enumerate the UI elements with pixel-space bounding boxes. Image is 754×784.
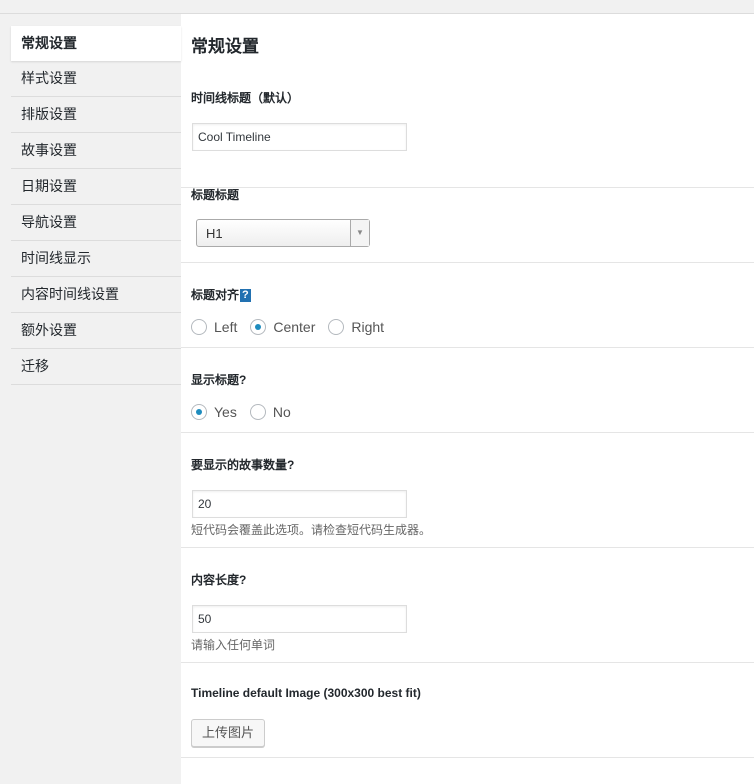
content-length-help: 请输入任何单词 xyxy=(191,638,276,652)
story-count-help: 短代码会覆盖此选项。请检查短代码生成器。 xyxy=(191,523,432,537)
sidebar-item-story[interactable]: 故事设置 xyxy=(11,133,181,169)
sidebar-item-extra[interactable]: 额外设置 xyxy=(11,313,181,349)
sidebar-item-content-timeline[interactable]: 内容时间线设置 xyxy=(11,277,181,313)
content-length-label: 内容长度? xyxy=(191,573,247,587)
sidebar-item-migration[interactable]: 迁移 xyxy=(11,349,181,385)
title-heading-value: H1 xyxy=(206,226,223,241)
align-right-label: Right xyxy=(351,319,385,335)
help-icon[interactable]: ? xyxy=(240,289,251,302)
display-no-radio[interactable] xyxy=(249,404,266,420)
align-right-radio[interactable] xyxy=(328,319,345,335)
settings-sidebar: 常规设置 样式设置 排版设置 故事设置 日期设置 导航设置 时间线显示 内容时间… xyxy=(11,26,181,385)
display-title-label: 显示标题? xyxy=(191,373,247,387)
page-title: 常规设置 xyxy=(191,37,259,56)
sidebar-item-navigation[interactable]: 导航设置 xyxy=(11,205,181,241)
title-heading-label: 标题标题 xyxy=(191,188,240,202)
settings-panel: 常规设置 时间线标题（默认） 标题标题 H1 ▼ 标题对齐? Left Cent… xyxy=(181,14,754,784)
align-center-radio[interactable] xyxy=(250,319,267,335)
sidebar-item-general[interactable]: 常规设置 xyxy=(11,26,181,61)
title-alignment-section: 标题对齐? Left Center Right xyxy=(181,263,754,348)
align-left-option[interactable]: Left xyxy=(191,319,237,335)
timeline-title-section: 时间线标题（默认） xyxy=(181,72,754,188)
title-alignment-radios: Left Center Right xyxy=(191,319,397,335)
sidebar-item-style[interactable]: 样式设置 xyxy=(11,61,181,97)
title-heading-select[interactable]: H1 ▼ xyxy=(196,219,370,247)
display-yes-option[interactable]: Yes xyxy=(191,404,237,420)
content-length-section: 内容长度? 请输入任何单词 xyxy=(181,548,754,663)
align-center-option[interactable]: Center xyxy=(250,319,315,335)
align-right-option[interactable]: Right xyxy=(328,319,384,335)
display-title-section: 显示标题? Yes No xyxy=(181,348,754,433)
story-count-label: 要显示的故事数量? xyxy=(191,458,295,472)
chevron-down-icon: ▼ xyxy=(350,220,369,246)
story-count-input[interactable] xyxy=(192,490,407,518)
display-yes-radio[interactable] xyxy=(191,404,207,420)
title-alignment-text: 标题对齐 xyxy=(191,288,240,302)
display-no-label: No xyxy=(272,404,291,420)
display-yes-label: Yes xyxy=(214,404,237,420)
story-count-section: 要显示的故事数量? 短代码会覆盖此选项。请检查短代码生成器。 xyxy=(181,433,754,548)
title-heading-section: 标题标题 H1 ▼ xyxy=(181,188,754,263)
sidebar-item-timeline-display[interactable]: 时间线显示 xyxy=(11,241,181,277)
align-left-label: Left xyxy=(214,319,238,335)
title-alignment-label: 标题对齐? xyxy=(191,286,251,303)
sidebar-item-typography[interactable]: 排版设置 xyxy=(11,97,181,133)
default-image-label: Timeline default Image (300x300 best fit… xyxy=(191,686,421,700)
upload-image-button[interactable]: 上传图片 xyxy=(191,719,266,747)
display-no-option[interactable]: No xyxy=(249,404,291,420)
sidebar-item-date[interactable]: 日期设置 xyxy=(11,169,181,205)
timeline-title-input[interactable] xyxy=(192,123,407,151)
display-title-radios: Yes No xyxy=(191,404,304,420)
align-left-radio[interactable] xyxy=(191,319,207,335)
timeline-title-label: 时间线标题（默认） xyxy=(191,91,300,105)
content-length-input[interactable] xyxy=(192,605,407,633)
default-image-section: Timeline default Image (300x300 best fit… xyxy=(181,663,754,758)
align-center-label: Center xyxy=(273,319,316,335)
